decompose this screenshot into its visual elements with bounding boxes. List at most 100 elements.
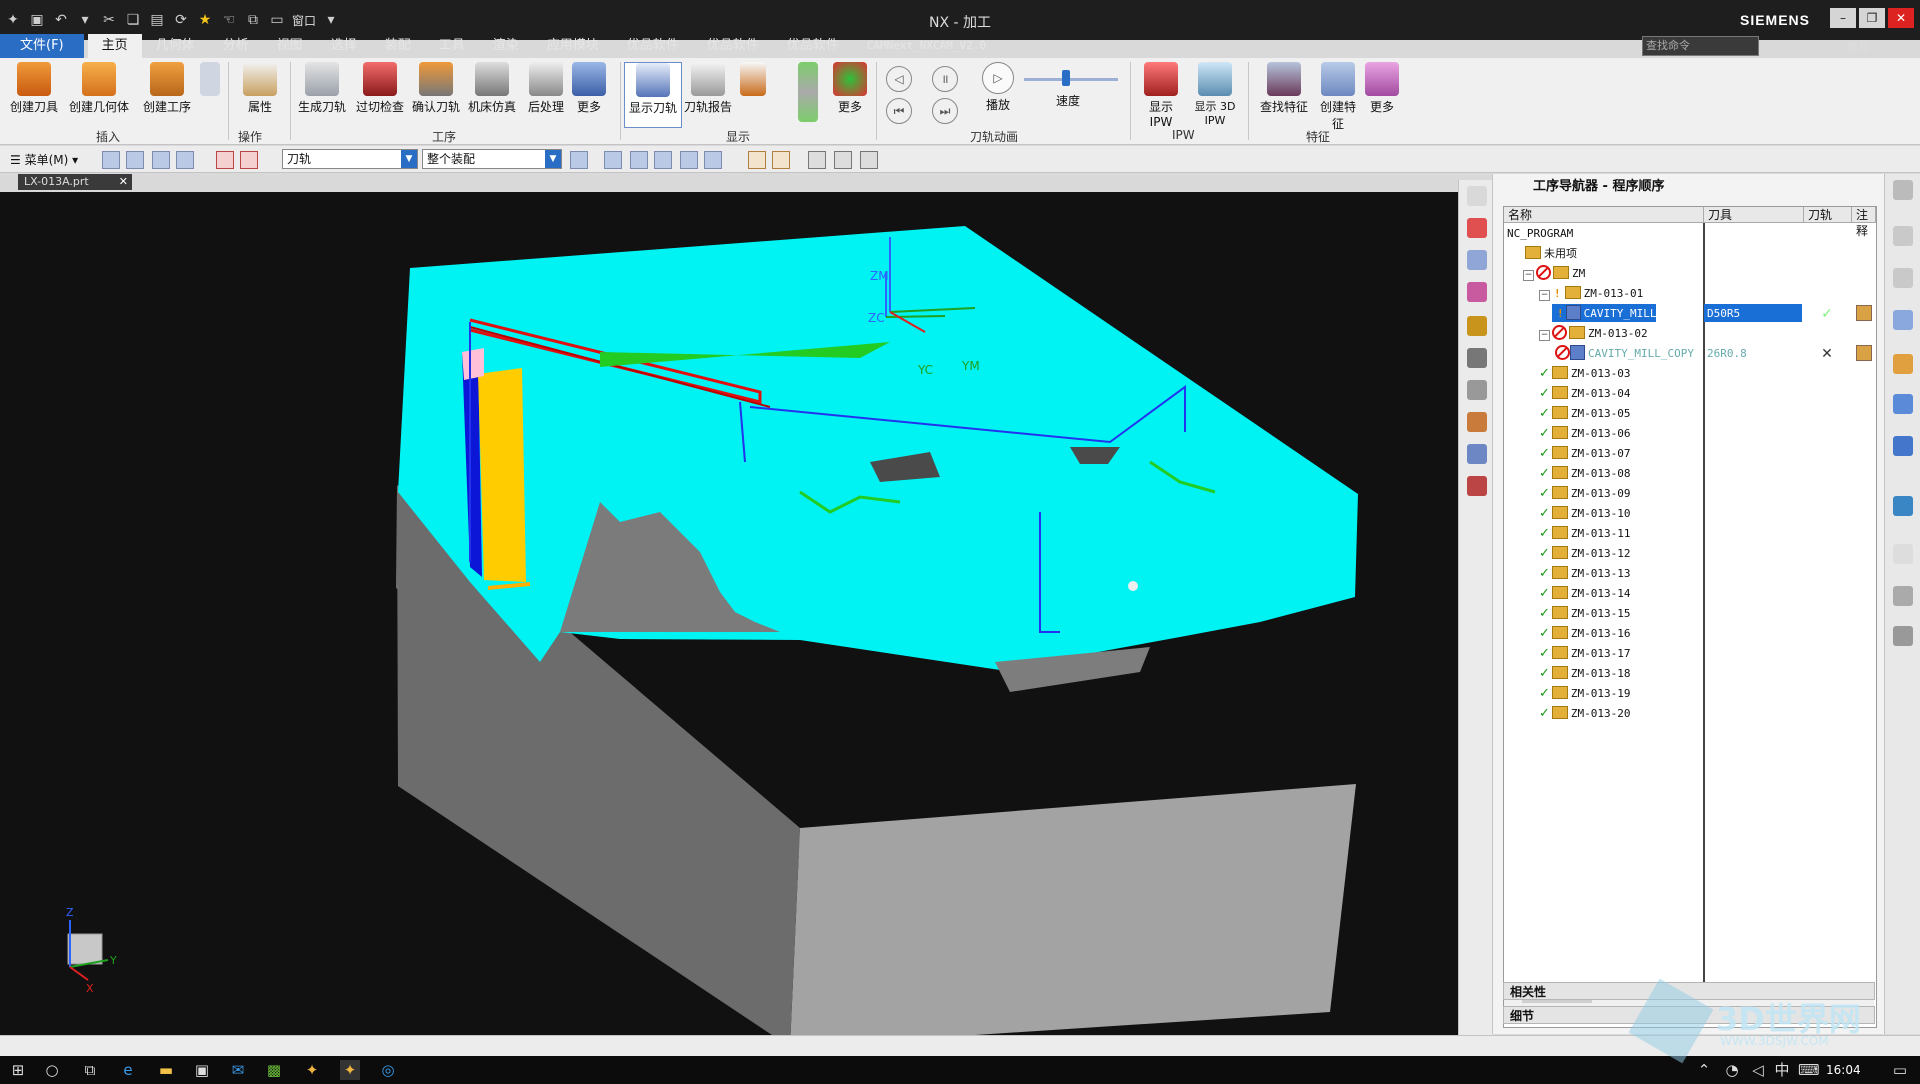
tab-geometry[interactable]: 几何体 — [142, 34, 209, 58]
tree-row[interactable]: ✓ ZM-013-07 — [1504, 443, 1874, 463]
tab-application[interactable]: 应用模块 — [533, 34, 613, 58]
tree-row[interactable]: ✓ ZM-013-13 — [1504, 563, 1874, 583]
show-3d-ipw-button[interactable]: 显示 3D IPW — [1190, 62, 1240, 127]
close-icon[interactable]: ✕ — [119, 174, 128, 190]
select-icon-4[interactable] — [176, 151, 194, 169]
create-geometry-button[interactable]: 创建几何体 — [66, 62, 132, 115]
tab-youpin-3[interactable]: 优品软件 — [773, 34, 853, 58]
tree-row-name[interactable]: ✓ ZM-013-03 — [1536, 364, 1631, 382]
create-operation-button[interactable]: 创建工序 — [136, 62, 198, 115]
select-icon-1[interactable] — [102, 151, 120, 169]
display-arrows-button[interactable] — [790, 62, 826, 124]
nx-active-taskbar-icon[interactable]: ✦ — [340, 1060, 360, 1080]
store-icon[interactable]: ▣ — [192, 1060, 212, 1080]
tree-row[interactable]: − ZM — [1504, 263, 1874, 283]
find-feature-button[interactable]: 查找特征 — [1254, 62, 1314, 115]
tree-row[interactable]: ✓ ZM-013-18 — [1504, 663, 1874, 683]
wechat-work-icon[interactable]: ▩ — [264, 1060, 284, 1080]
assembly-navigator-icon[interactable] — [1893, 226, 1913, 246]
tree-row-name[interactable]: ✓ ZM-013-07 — [1536, 444, 1631, 462]
settings-gear-icon[interactable] — [1893, 180, 1913, 200]
command-search-input[interactable]: 查找命令 — [1642, 36, 1759, 56]
tree-row[interactable]: ✓ ZM-013-03 — [1504, 363, 1874, 383]
tree-row[interactable]: ✓ ZM-013-14 — [1504, 583, 1874, 603]
pause-icon[interactable]: ॥ — [932, 66, 958, 92]
column-name[interactable]: 名称 — [1504, 207, 1704, 223]
comment-icon[interactable] — [1856, 345, 1872, 361]
type-filter-select[interactable]: 刀轨 ▼ — [282, 149, 418, 169]
document-tab[interactable]: LX-013A.prt ✕ — [18, 174, 132, 190]
tree-row-name[interactable]: ✓ ZM-013-09 — [1536, 484, 1631, 502]
tool-icon[interactable] — [1467, 316, 1487, 336]
tree-row-name[interactable]: ✓ ZM-013-20 — [1536, 704, 1631, 722]
play-button[interactable]: ▷ 播放 — [968, 62, 1028, 113]
tree-row-name[interactable]: − ZM — [1520, 264, 1585, 282]
tree-row-name[interactable]: ✓ ZM-013-16 — [1536, 624, 1631, 642]
machine-navigator-icon[interactable] — [1893, 436, 1913, 456]
tree-row[interactable]: ✓ ZM-013-19 — [1504, 683, 1874, 703]
properties-button[interactable]: 属性 — [232, 62, 288, 115]
menu-button[interactable]: ☰ 菜单(M) ▾ — [10, 151, 78, 168]
tree-row[interactable]: 未用项 — [1504, 243, 1874, 263]
speed-slider-track[interactable] — [1024, 78, 1118, 81]
tab-home[interactable]: 主页 — [87, 34, 142, 58]
tab-assembly[interactable]: 装配 — [371, 34, 425, 58]
tree-row[interactable]: ✓ ZM-013-16 — [1504, 623, 1874, 643]
snap-icon-8[interactable] — [772, 151, 790, 169]
tab-camnext[interactable]: CAMNext_NXCAM_V2.0 — [853, 34, 1000, 58]
fit-view-icon[interactable] — [1467, 348, 1487, 368]
constraint-navigator-icon[interactable] — [1893, 268, 1913, 288]
file-explorer-icon[interactable]: ▬ — [156, 1060, 176, 1080]
verify-icon[interactable] — [1467, 380, 1487, 400]
tab-file[interactable]: 文件(F) — [0, 34, 84, 58]
task-view-icon[interactable]: ⧉ — [80, 1060, 100, 1080]
tab-view[interactable]: 视图 — [263, 34, 317, 58]
snap-icon-7[interactable] — [748, 151, 766, 169]
tree-row-name[interactable]: 未用项 — [1520, 244, 1577, 262]
toolpath-report-button[interactable]: 刀轨报告 — [680, 62, 736, 115]
tree-row[interactable]: ✓ ZM-013-10 — [1504, 503, 1874, 523]
tree-row-name[interactable]: ✓ ZM-013-15 — [1536, 604, 1631, 622]
tree-row-name[interactable]: ✓ ZM-013-08 — [1536, 464, 1631, 482]
keyboard-icon[interactable]: ⌨ — [1798, 1060, 1820, 1080]
display-options-button[interactable] — [734, 62, 772, 98]
tree-row[interactable]: ✓ ZM-013-05 — [1504, 403, 1874, 423]
speed-slider-handle[interactable] — [1062, 70, 1070, 86]
windows-start-icon[interactable]: ⊞ — [8, 1060, 28, 1080]
tree-row-name[interactable]: NC_PROGRAM — [1504, 224, 1573, 242]
more-feature-button[interactable]: 更多 — [1362, 62, 1402, 115]
rewind-icon[interactable]: ⏮ — [886, 98, 912, 124]
tab-analysis[interactable]: 分析 — [209, 34, 263, 58]
notification-icon[interactable]: ▭ — [1890, 1060, 1910, 1080]
tree-row[interactable]: −! ZM-013-01 — [1504, 283, 1874, 303]
tree-row-name[interactable]: ✓ ZM-013-11 — [1536, 524, 1631, 542]
view-icon-2[interactable] — [834, 151, 852, 169]
part-navigator-icon[interactable] — [1893, 310, 1913, 330]
tree-row[interactable]: ✓ ZM-013-15 — [1504, 603, 1874, 623]
tree-row-name[interactable]: CAVITY_MILL_COPY — [1552, 344, 1694, 362]
volume-icon[interactable]: ◁ — [1748, 1060, 1768, 1080]
cortana-search-icon[interactable]: ○ — [42, 1060, 62, 1080]
clock-icon[interactable] — [1467, 476, 1487, 496]
machine-tool-view-icon[interactable] — [1467, 218, 1487, 238]
tree-row[interactable]: ✓ ZM-013-09 — [1504, 483, 1874, 503]
snap-icon-4[interactable] — [654, 151, 672, 169]
tab-youpin-1[interactable]: 优品软件 — [613, 34, 693, 58]
comment-icon[interactable] — [1856, 305, 1872, 321]
verify-toolpath-button[interactable]: 确认刀轨 — [408, 62, 464, 115]
graphics-viewport[interactable]: ZM ZC YC YM Z Y X — [0, 192, 1458, 1035]
gouge-check-button[interactable]: 过切检查 — [352, 62, 408, 115]
show-hidden-icons-icon[interactable]: ⌃ — [1694, 1060, 1714, 1080]
tab-tools[interactable]: 工具 — [425, 34, 479, 58]
tree-row-name[interactable]: ✓ ZM-013-18 — [1536, 664, 1631, 682]
nx-taskbar-icon[interactable]: ✦ — [302, 1060, 322, 1080]
tree-row-name[interactable]: ✓ ZM-013-14 — [1536, 584, 1631, 602]
step-forward-icon[interactable]: ⏭ — [932, 98, 958, 124]
snap-icon-2[interactable] — [604, 151, 622, 169]
tree-row-name[interactable]: ✓ ZM-013-17 — [1536, 644, 1631, 662]
create-feature-button[interactable]: 创建特征 — [1316, 62, 1360, 132]
tutorial-link[interactable]: 教程 — [1846, 38, 1870, 55]
navigator-tree[interactable]: 名称 刀具 刀轨 注释 NC_PROGRAM 未用项 − ZM −! ZM-013-01!… — [1503, 206, 1877, 1028]
tab-render[interactable]: 渲染 — [479, 34, 533, 58]
tree-row-name[interactable]: −! ZM-013-01 — [1536, 284, 1643, 302]
